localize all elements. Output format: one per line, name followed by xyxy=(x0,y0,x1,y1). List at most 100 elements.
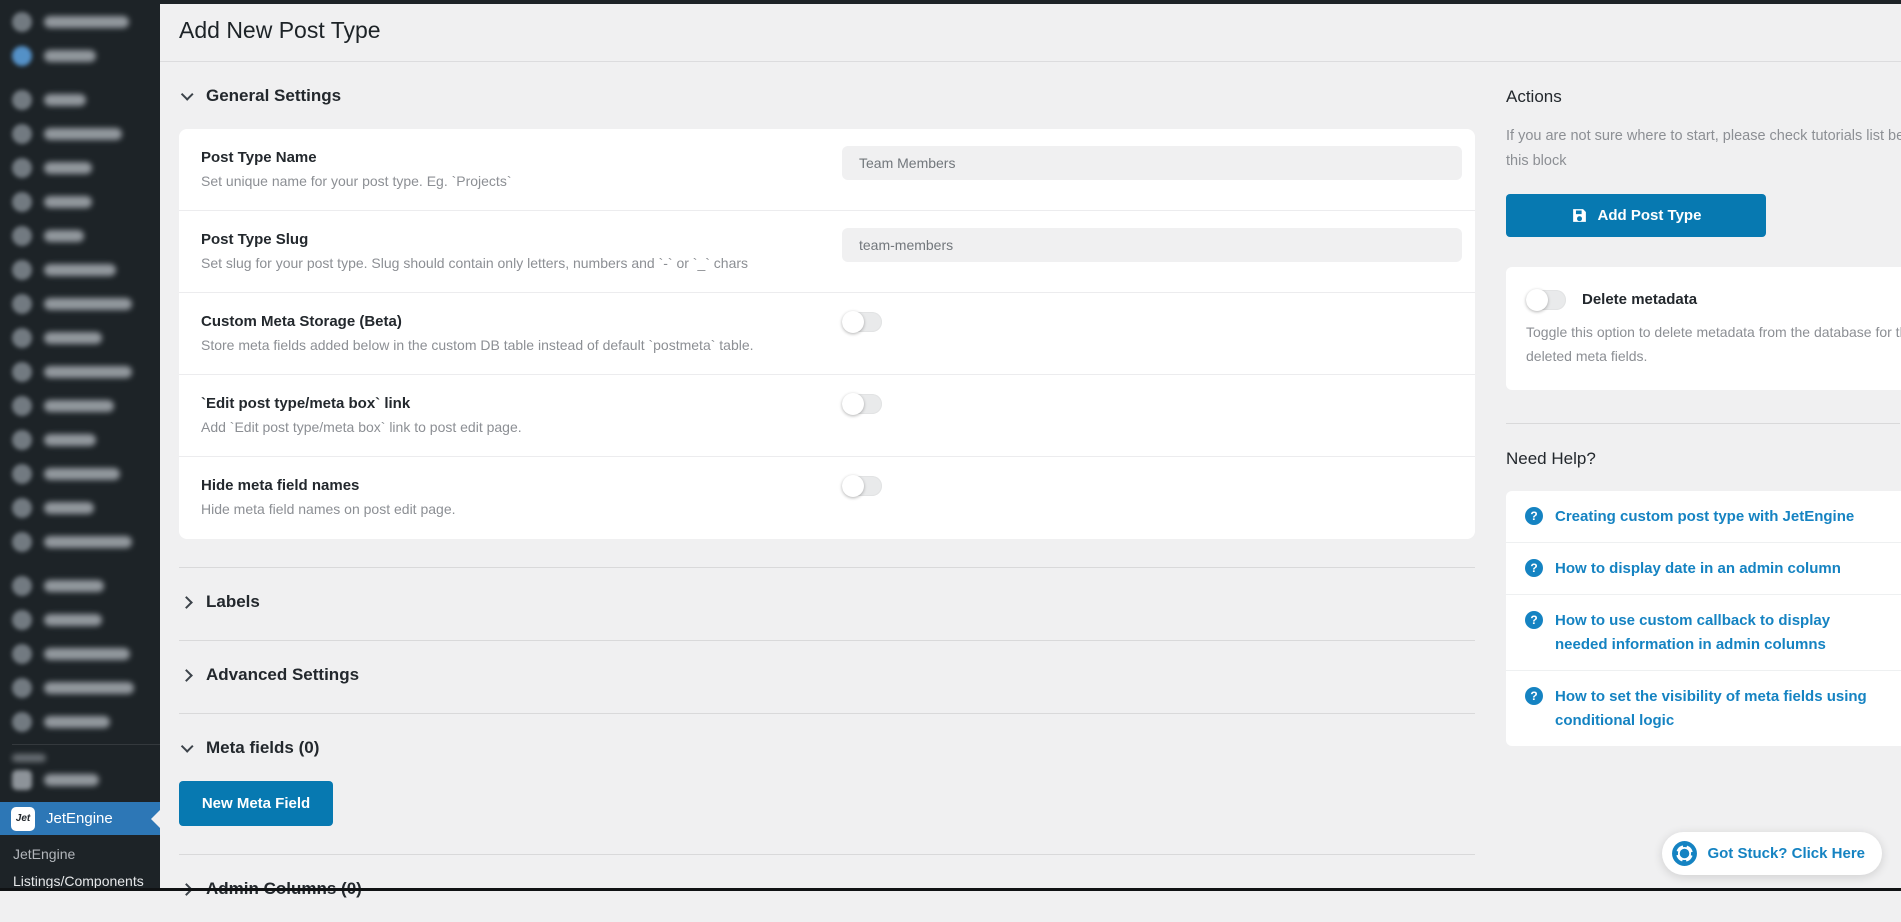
sidebar-item-masked[interactable] xyxy=(0,768,160,792)
sidebar-item-masked[interactable] xyxy=(0,462,160,486)
menu-icon xyxy=(12,678,32,698)
setting-toggle[interactable] xyxy=(842,394,882,414)
menu-icon xyxy=(12,294,32,314)
chevron-down-icon xyxy=(181,740,194,753)
setting-input[interactable] xyxy=(842,146,1462,180)
help-link[interactable]: ? How to set the visibility of meta fiel… xyxy=(1506,671,1901,746)
sidebar-item-masked[interactable] xyxy=(0,496,160,520)
page-title: Add New Post Type xyxy=(179,17,1901,44)
section-advanced-settings[interactable]: Advanced Settings xyxy=(179,665,1475,685)
sidebar-item-masked[interactable] xyxy=(0,156,160,180)
actions-hint: If you are not sure where to start, plea… xyxy=(1506,124,1901,174)
menu-icon xyxy=(12,124,32,144)
settings-row: `Edit post type/meta box` link Add `Edit… xyxy=(179,375,1475,457)
menu-icon xyxy=(12,576,32,596)
help-links-card: ? Creating custom post type with JetEngi… xyxy=(1506,491,1901,746)
menu-icon xyxy=(12,46,32,66)
got-stuck-button[interactable]: Got Stuck? Click Here xyxy=(1662,832,1882,875)
menu-icon xyxy=(12,430,32,450)
general-settings-card: Post Type Name Set unique name for your … xyxy=(179,129,1475,539)
settings-row: Hide meta field names Hide meta field na… xyxy=(179,457,1475,539)
jetengine-submenu: JetEngine Listings/Components xyxy=(0,835,160,890)
section-labels[interactable]: Labels xyxy=(179,592,1475,612)
sidebar-item-jetengine[interactable]: Jet JetEngine xyxy=(0,802,160,835)
sidebar-separator xyxy=(12,744,160,745)
menu-icon xyxy=(12,328,32,348)
admin-sidebar: Jet JetEngine JetEngine Listings/Compone… xyxy=(0,0,160,891)
setting-title: Hide meta field names xyxy=(201,476,842,496)
sidebar-item-masked[interactable] xyxy=(0,753,160,762)
settings-row: Custom Meta Storage (Beta) Store meta fi… xyxy=(179,293,1475,375)
jetengine-logo-icon: Jet xyxy=(11,807,35,831)
help-link[interactable]: ? Creating custom post type with JetEngi… xyxy=(1506,491,1901,543)
sidebar-item-masked[interactable] xyxy=(0,10,160,34)
settings-row: Post Type Name Set unique name for your … xyxy=(179,129,1475,211)
chevron-down-icon xyxy=(181,88,194,101)
chevron-right-icon xyxy=(180,596,193,609)
sidebar-item-masked[interactable] xyxy=(0,710,160,734)
post-type-form: General Settings Post Type Name Set uniq… xyxy=(179,62,1475,922)
sidebar-item-masked[interactable] xyxy=(0,292,160,316)
menu-icon xyxy=(12,226,32,246)
sidebar-item-masked[interactable] xyxy=(0,122,160,146)
question-icon: ? xyxy=(1525,687,1543,705)
new-meta-field-button[interactable]: New Meta Field xyxy=(179,781,333,826)
menu-icon xyxy=(12,192,32,212)
setting-description: Set slug for your post type. Slug should… xyxy=(201,254,842,272)
delete-metadata-toggle[interactable] xyxy=(1526,290,1566,310)
setting-title: Post Type Name xyxy=(201,148,842,168)
menu-icon xyxy=(12,12,32,32)
sidebar-item-masked[interactable] xyxy=(0,258,160,282)
sidebar-item-masked[interactable] xyxy=(0,394,160,418)
sidebar-item-masked[interactable] xyxy=(0,360,160,384)
sidebar-item-masked[interactable] xyxy=(0,428,160,452)
menu-icon xyxy=(12,158,32,178)
section-divider xyxy=(179,713,1475,714)
content-row: General Settings Post Type Name Set uniq… xyxy=(160,62,1901,922)
menu-icon xyxy=(12,396,32,416)
question-icon: ? xyxy=(1525,559,1543,577)
save-icon xyxy=(1571,207,1588,224)
menu-icon xyxy=(12,644,32,664)
page-header: Add New Post Type xyxy=(160,4,1901,62)
question-icon: ? xyxy=(1525,611,1543,629)
menu-icon xyxy=(12,770,32,790)
toggle-knob xyxy=(842,311,864,333)
menu-icon xyxy=(12,498,32,518)
sidebar-item-label: JetEngine xyxy=(46,810,113,827)
actions-sidebar: Actions If you are not sure where to sta… xyxy=(1506,62,1901,746)
sidebar-item-masked[interactable] xyxy=(0,326,160,350)
menu-icon xyxy=(12,362,32,382)
sidebar-item-masked[interactable] xyxy=(0,608,160,632)
menu-icon xyxy=(12,532,32,552)
need-help-title: Need Help? xyxy=(1506,449,1901,469)
sidebar-item-masked[interactable] xyxy=(0,530,160,554)
sidebar-item-masked[interactable] xyxy=(0,224,160,248)
section-meta-fields[interactable]: Meta fields (0) xyxy=(179,738,1475,758)
help-link[interactable]: ? How to use custom callback to display … xyxy=(1506,595,1901,671)
submenu-item[interactable]: JetEngine xyxy=(13,846,160,863)
setting-description: Hide meta field names on post edit page. xyxy=(201,500,842,518)
sidebar-item-masked[interactable] xyxy=(0,190,160,214)
setting-input[interactable] xyxy=(842,228,1462,262)
sidebar-menu xyxy=(0,0,160,792)
sidebar-item-masked[interactable] xyxy=(0,574,160,598)
menu-icon xyxy=(12,260,32,280)
sidebar-item-masked[interactable] xyxy=(0,88,160,112)
main-content: Add New Post Type General Settings Post … xyxy=(160,4,1901,891)
toggle-knob xyxy=(842,393,864,415)
setting-toggle[interactable] xyxy=(842,312,882,332)
section-divider xyxy=(179,854,1475,855)
sidebar-item-masked[interactable] xyxy=(0,676,160,700)
setting-description: Store meta fields added below in the cus… xyxy=(201,336,842,354)
setting-title: Custom Meta Storage (Beta) xyxy=(201,312,842,332)
section-divider xyxy=(179,567,1475,568)
help-link[interactable]: ? How to display date in an admin column xyxy=(1506,543,1901,595)
setting-toggle[interactable] xyxy=(842,476,882,496)
add-post-type-button[interactable]: Add Post Type xyxy=(1506,194,1766,237)
sidebar-item-masked[interactable] xyxy=(0,642,160,666)
sidebar-item-masked[interactable] xyxy=(0,44,160,68)
menu-icon xyxy=(12,610,32,630)
section-general-settings[interactable]: General Settings xyxy=(179,86,1475,106)
menu-icon xyxy=(12,712,32,732)
